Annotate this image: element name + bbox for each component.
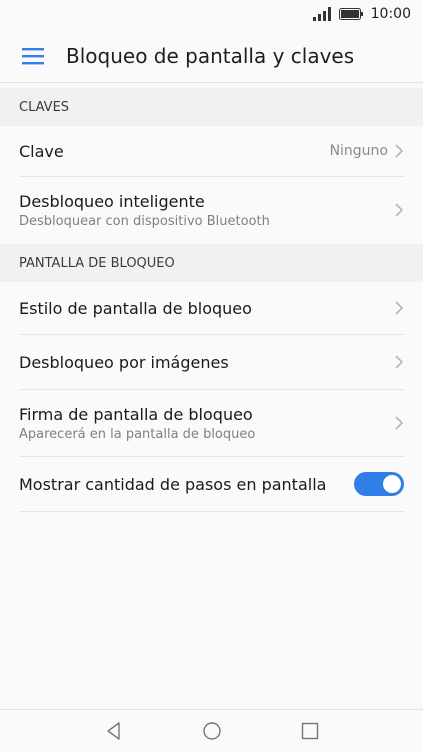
section-header-pantalla-de-bloqueo: PANTALLA DE BLOQUEO bbox=[0, 244, 423, 282]
setting-title: Desbloqueo por imágenes bbox=[19, 352, 229, 372]
chevron-right-icon bbox=[395, 416, 404, 430]
setting-subtitle: Desbloquear con dispositivo Bluetooth bbox=[19, 213, 270, 229]
navigation-bar bbox=[0, 709, 423, 752]
toggle-knob bbox=[383, 475, 401, 493]
recents-icon[interactable] bbox=[300, 721, 320, 741]
setting-row-lockscreen-signature[interactable]: Firma de pantalla de bloqueo Aparecerá e… bbox=[19, 390, 404, 457]
back-icon[interactable] bbox=[104, 721, 124, 741]
setting-value: Ninguno bbox=[329, 143, 388, 159]
status-bar: 10:00 bbox=[0, 0, 423, 30]
section-header-claves: CLAVES bbox=[0, 88, 423, 126]
setting-title: Firma de pantalla de bloqueo bbox=[19, 404, 253, 424]
setting-row-image-unlock[interactable]: Desbloqueo por imágenes bbox=[19, 335, 404, 390]
setting-row-smart-unlock[interactable]: Desbloqueo inteligente Desbloquear con d… bbox=[19, 177, 404, 243]
setting-title: Estilo de pantalla de bloqueo bbox=[19, 298, 252, 318]
setting-row-password[interactable]: Clave Ninguno bbox=[19, 126, 404, 177]
setting-row-show-steps: Mostrar cantidad de pasos en pantalla bbox=[19, 457, 404, 512]
chevron-right-icon bbox=[395, 203, 404, 217]
home-icon[interactable] bbox=[202, 721, 222, 741]
setting-subtitle: Aparecerá en la pantalla de bloqueo bbox=[19, 426, 256, 442]
status-indicators: 10:00 bbox=[312, 6, 411, 22]
menu-button[interactable] bbox=[20, 43, 46, 69]
setting-title: Clave bbox=[19, 141, 64, 161]
chevron-right-icon bbox=[395, 355, 404, 369]
show-steps-toggle[interactable] bbox=[354, 472, 404, 496]
setting-title: Mostrar cantidad de pasos en pantalla bbox=[19, 474, 327, 494]
battery-icon bbox=[338, 8, 363, 20]
hamburger-menu-icon bbox=[22, 48, 44, 65]
setting-title: Desbloqueo inteligente bbox=[19, 191, 205, 211]
signal-icon bbox=[312, 7, 331, 21]
chevron-right-icon bbox=[395, 144, 404, 158]
setting-row-lockscreen-style[interactable]: Estilo de pantalla de bloqueo bbox=[19, 282, 404, 335]
page-title: Bloqueo de pantalla y claves bbox=[66, 44, 355, 68]
app-bar: Bloqueo de pantalla y claves bbox=[0, 30, 423, 83]
status-time: 10:00 bbox=[370, 6, 411, 22]
chevron-right-icon bbox=[395, 301, 404, 315]
